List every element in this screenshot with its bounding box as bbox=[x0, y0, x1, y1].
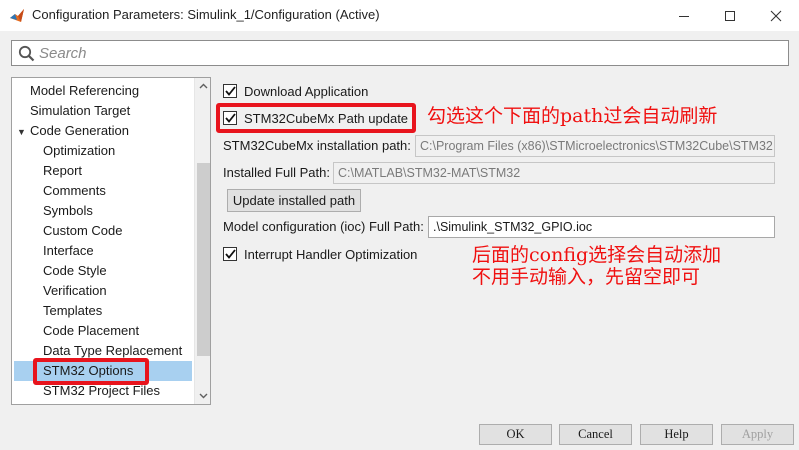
tree-item-model-referencing[interactable]: Model Referencing bbox=[30, 81, 139, 101]
chevron-up-icon bbox=[199, 83, 208, 89]
checkmark-icon bbox=[224, 86, 236, 96]
interrupt-handler-label: Interrupt Handler Optimization bbox=[244, 246, 418, 262]
scroll-down-button[interactable] bbox=[195, 388, 210, 404]
tree-scrollbar[interactable] bbox=[194, 78, 210, 404]
model-config-field[interactable]: .\Simulink_STM32_GPIO.ioc bbox=[428, 216, 775, 238]
tree-item-code-style[interactable]: Code Style bbox=[43, 261, 107, 281]
tree-item-code-placement[interactable]: Code Placement bbox=[43, 321, 139, 341]
search-input[interactable] bbox=[39, 42, 779, 64]
scroll-up-button[interactable] bbox=[195, 78, 210, 94]
installed-full-path-field[interactable]: C:\MATLAB\STM32-MAT\STM32 bbox=[333, 162, 775, 184]
cubemx-path-update-row[interactable]: STM32CubeMx Path update bbox=[223, 109, 408, 127]
interrupt-handler-checkbox[interactable] bbox=[223, 247, 237, 261]
tree-item-simulation-target[interactable]: Simulation Target bbox=[30, 101, 130, 121]
download-application-checkbox[interactable] bbox=[223, 84, 237, 98]
cubemx-install-path-field[interactable]: C:\Program Files (x86)\STMicroelectronic… bbox=[415, 135, 775, 157]
apply-button[interactable]: Apply bbox=[721, 424, 794, 445]
tree-item-symbols[interactable]: Symbols bbox=[43, 201, 93, 221]
installed-full-path-label: Installed Full Path: bbox=[223, 165, 330, 180]
tree-item-data-type-replacement[interactable]: Data Type Replacement bbox=[43, 341, 182, 361]
tree-item-comments[interactable]: Comments bbox=[43, 181, 106, 201]
tree-item-optimization[interactable]: Optimization bbox=[43, 141, 115, 161]
cubemx-install-path-label: STM32CubeMx installation path: bbox=[223, 138, 411, 153]
search-icon bbox=[18, 45, 35, 62]
matlab-icon bbox=[10, 9, 24, 22]
tree-item-report[interactable]: Report bbox=[43, 161, 82, 181]
settings-tree[interactable]: Model Referencing Simulation Target ▼ Co… bbox=[11, 77, 211, 405]
annotation-note-2-line-2: 不用手动输入，先留空即可 bbox=[472, 266, 701, 288]
maximize-button[interactable] bbox=[707, 0, 753, 31]
cubemx-path-update-checkbox[interactable] bbox=[223, 111, 237, 125]
scroll-thumb[interactable] bbox=[197, 163, 210, 356]
search-box[interactable] bbox=[11, 40, 789, 66]
minimize-icon bbox=[679, 15, 689, 17]
tree-item-stm32-project-files[interactable]: STM32 Project Files bbox=[43, 381, 160, 401]
chevron-down-icon bbox=[199, 393, 208, 399]
close-button[interactable] bbox=[753, 0, 799, 31]
tree-item-verification[interactable]: Verification bbox=[43, 281, 107, 301]
expand-arrow-icon[interactable]: ▼ bbox=[17, 127, 26, 137]
interrupt-handler-row[interactable]: Interrupt Handler Optimization bbox=[223, 245, 417, 263]
tree-item-templates[interactable]: Templates bbox=[43, 301, 102, 321]
help-button[interactable]: Help bbox=[640, 424, 713, 445]
maximize-icon bbox=[725, 10, 735, 21]
cancel-button[interactable]: Cancel bbox=[559, 424, 632, 445]
model-config-label: Model configuration (ioc) Full Path: bbox=[223, 219, 424, 234]
close-icon bbox=[770, 10, 782, 21]
download-application-label: Download Application bbox=[244, 83, 369, 99]
ok-button[interactable]: OK bbox=[479, 424, 552, 445]
cubemx-path-update-label: STM32CubeMx Path update bbox=[244, 110, 409, 126]
tree-item-code-generation[interactable]: Code Generation bbox=[30, 121, 129, 141]
download-application-row[interactable]: Download Application bbox=[223, 82, 368, 100]
annotation-note-1: 勾选这个下面的path过会自动刷新 bbox=[427, 105, 718, 127]
checkmark-icon bbox=[224, 113, 236, 123]
title-bar: Configuration Parameters: Simulink_1/Con… bbox=[0, 0, 799, 31]
tree-item-interface[interactable]: Interface bbox=[43, 241, 94, 261]
minimize-button[interactable] bbox=[661, 0, 707, 31]
tree-item-custom-code[interactable]: Custom Code bbox=[43, 221, 122, 241]
tree-item-stm32-options[interactable]: STM32 Options bbox=[14, 361, 192, 381]
checkmark-icon bbox=[224, 249, 236, 259]
update-installed-path-button[interactable]: Update installed path bbox=[227, 189, 361, 212]
window-title: Configuration Parameters: Simulink_1/Con… bbox=[32, 7, 380, 22]
